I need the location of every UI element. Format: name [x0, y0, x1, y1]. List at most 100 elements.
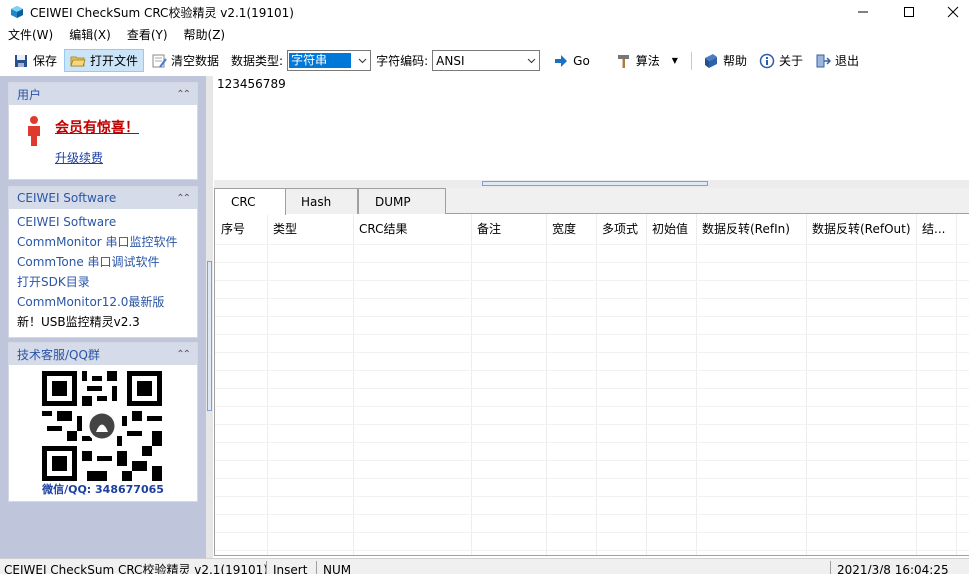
status-app-name: CEIWEI CheckSum CRC校验精灵 v2.1(19101): [4, 563, 268, 574]
app-logo-icon: [10, 5, 24, 19]
grid-row-line: [215, 478, 969, 479]
grid-row-line: [215, 316, 969, 317]
user-panel: 用户 ⌃⌃ 会员有惊喜！ 升级续费: [8, 82, 198, 180]
link-commtone[interactable]: CommTone 串口调试软件: [9, 252, 197, 272]
data-input-text: 123456789: [217, 77, 286, 91]
go-button[interactable]: Go: [548, 49, 595, 72]
status-bar: CEIWEI CheckSum CRC校验精灵 v2.1(19101) Inse…: [0, 558, 969, 574]
support-panel-title: 技术客服/QQ群: [17, 347, 100, 362]
column-header[interactable]: 数据反转(RefIn): [696, 214, 806, 244]
menu-help[interactable]: 帮助(Z): [176, 24, 234, 46]
column-header[interactable]: 类型: [267, 214, 353, 244]
grid-row-line: [215, 496, 969, 497]
exit-button[interactable]: 退出: [810, 49, 864, 72]
encoding-value: ANSI: [436, 53, 465, 68]
data-type-value: 字符串: [289, 53, 352, 68]
toolbar-separator: [690, 51, 692, 70]
save-icon: [13, 53, 29, 69]
minimize-button[interactable]: [840, 0, 886, 24]
link-open-sdk[interactable]: 打开SDK目录: [9, 272, 197, 292]
column-header[interactable]: 初始值: [646, 214, 696, 244]
splitter-grip[interactable]: [482, 181, 708, 186]
user-panel-header[interactable]: 用户 ⌃⌃: [9, 83, 197, 105]
help-button[interactable]: 帮助: [698, 49, 752, 72]
maximize-icon: [904, 7, 914, 17]
grid-row-line: [215, 532, 969, 533]
link-ceiwei-software[interactable]: CEIWEI Software: [9, 212, 197, 232]
qr-code-image: [42, 371, 162, 481]
status-insert-mode: Insert: [266, 561, 307, 574]
column-header[interactable]: 序号: [215, 214, 267, 244]
menu-bar: 文件(W) 编辑(X) 查看(Y) 帮助(Z): [0, 24, 969, 46]
info-icon: [759, 53, 775, 69]
close-icon: [947, 6, 959, 18]
link-commmonitor12[interactable]: CommMonitor12.0最新版: [9, 292, 197, 312]
menu-file[interactable]: 文件(W): [0, 24, 61, 46]
grid-row-line: [215, 352, 969, 353]
minimize-icon: [858, 11, 868, 13]
renew-link[interactable]: 升级续费: [55, 149, 103, 166]
horizontal-splitter[interactable]: [214, 180, 969, 188]
about-button[interactable]: 关于: [754, 49, 808, 72]
collapse-icon[interactable]: ⌃⌃: [176, 349, 191, 360]
link-usb-monitor[interactable]: 新！USB监控精灵v2.3: [9, 312, 197, 332]
link-commmonitor[interactable]: CommMonitor 串口监控软件: [9, 232, 197, 252]
grid-row-line: [215, 460, 969, 461]
user-panel-title: 用户: [17, 87, 42, 102]
menu-edit[interactable]: 编辑(X): [61, 24, 119, 46]
encoding-select[interactable]: ANSI: [432, 50, 541, 71]
grid-row-line: [215, 280, 969, 281]
tab-crc[interactable]: CRC: [214, 188, 286, 215]
grid-row-line: [215, 370, 969, 371]
software-panel-header[interactable]: CEIWEI Software ⌃⌃: [9, 187, 197, 209]
grid-row-line: [215, 514, 969, 515]
column-header[interactable]: 多项式: [596, 214, 646, 244]
column-header[interactable]: 备注: [471, 214, 546, 244]
data-input-textarea[interactable]: 123456789: [214, 76, 969, 180]
grid-row-line: [215, 424, 969, 425]
support-panel-header[interactable]: 技术客服/QQ群 ⌃⌃: [9, 343, 197, 365]
grid-row-line: [215, 550, 969, 551]
status-datetime: 2021/3/8 16:04:25: [830, 561, 949, 574]
toolbar: 保存 打开文件 清空数据 数据类型: 字符串 字符编码: ANSI Go 算法 …: [0, 47, 969, 74]
vertical-splitter[interactable]: [206, 76, 213, 560]
crc-results-table: 序号 类型 CRC结果 备注 宽度 多项式 初始值 数据反转(RefIn) 数据…: [214, 214, 969, 556]
maximize-button[interactable]: [886, 0, 932, 24]
collapse-icon[interactable]: ⌃⌃: [176, 193, 191, 204]
help-book-icon: [703, 53, 719, 69]
menu-view[interactable]: 查看(Y): [119, 24, 176, 46]
chevron-down-icon: [523, 51, 539, 70]
chevron-down-icon: [354, 51, 370, 70]
software-panel: CEIWEI Software ⌃⌃ CEIWEI Software CommM…: [8, 186, 198, 338]
encoding-label: 字符编码:: [376, 54, 429, 68]
arrow-right-icon: [553, 53, 569, 69]
close-button[interactable]: [930, 0, 969, 24]
hammer-icon: [616, 53, 632, 69]
software-panel-title: CEIWEI Software: [17, 191, 117, 205]
table-header: 序号 类型 CRC结果 备注 宽度 多项式 初始值 数据反转(RefIn) 数据…: [215, 214, 969, 244]
exit-door-icon: [815, 53, 832, 69]
collapse-icon[interactable]: ⌃⌃: [176, 89, 191, 100]
tab-dump[interactable]: DUMP: [358, 188, 446, 214]
algorithm-button[interactable]: 算法 ▼: [611, 49, 683, 72]
column-header[interactable]: 数据反转(RefOut): [806, 214, 916, 244]
user-person-icon: [25, 115, 43, 150]
clear-icon: [151, 53, 167, 69]
clear-data-button[interactable]: 清空数据: [146, 49, 224, 72]
member-promo-link[interactable]: 会员有惊喜！: [55, 117, 139, 137]
data-type-select[interactable]: 字符串: [287, 50, 372, 71]
tab-hash[interactable]: Hash: [284, 188, 358, 214]
open-file-button[interactable]: 打开文件: [64, 49, 145, 72]
grid-row-line: [215, 406, 969, 407]
grid-row-line: [215, 388, 969, 389]
splitter-grip[interactable]: [207, 261, 212, 411]
save-button[interactable]: 保存: [8, 49, 62, 72]
grid-row-line: [215, 262, 969, 263]
data-type-label: 数据类型:: [231, 54, 284, 68]
column-header[interactable]: 结...: [916, 214, 956, 244]
column-header[interactable]: CRC结果: [353, 214, 471, 244]
support-contact-caption: 微信/QQ: 348677065: [42, 483, 164, 496]
status-num-lock: NUM: [316, 561, 351, 574]
column-header[interactable]: 宽度: [546, 214, 596, 244]
window-title: CEIWEI CheckSum CRC校验精灵 v2.1(19101): [30, 5, 294, 20]
